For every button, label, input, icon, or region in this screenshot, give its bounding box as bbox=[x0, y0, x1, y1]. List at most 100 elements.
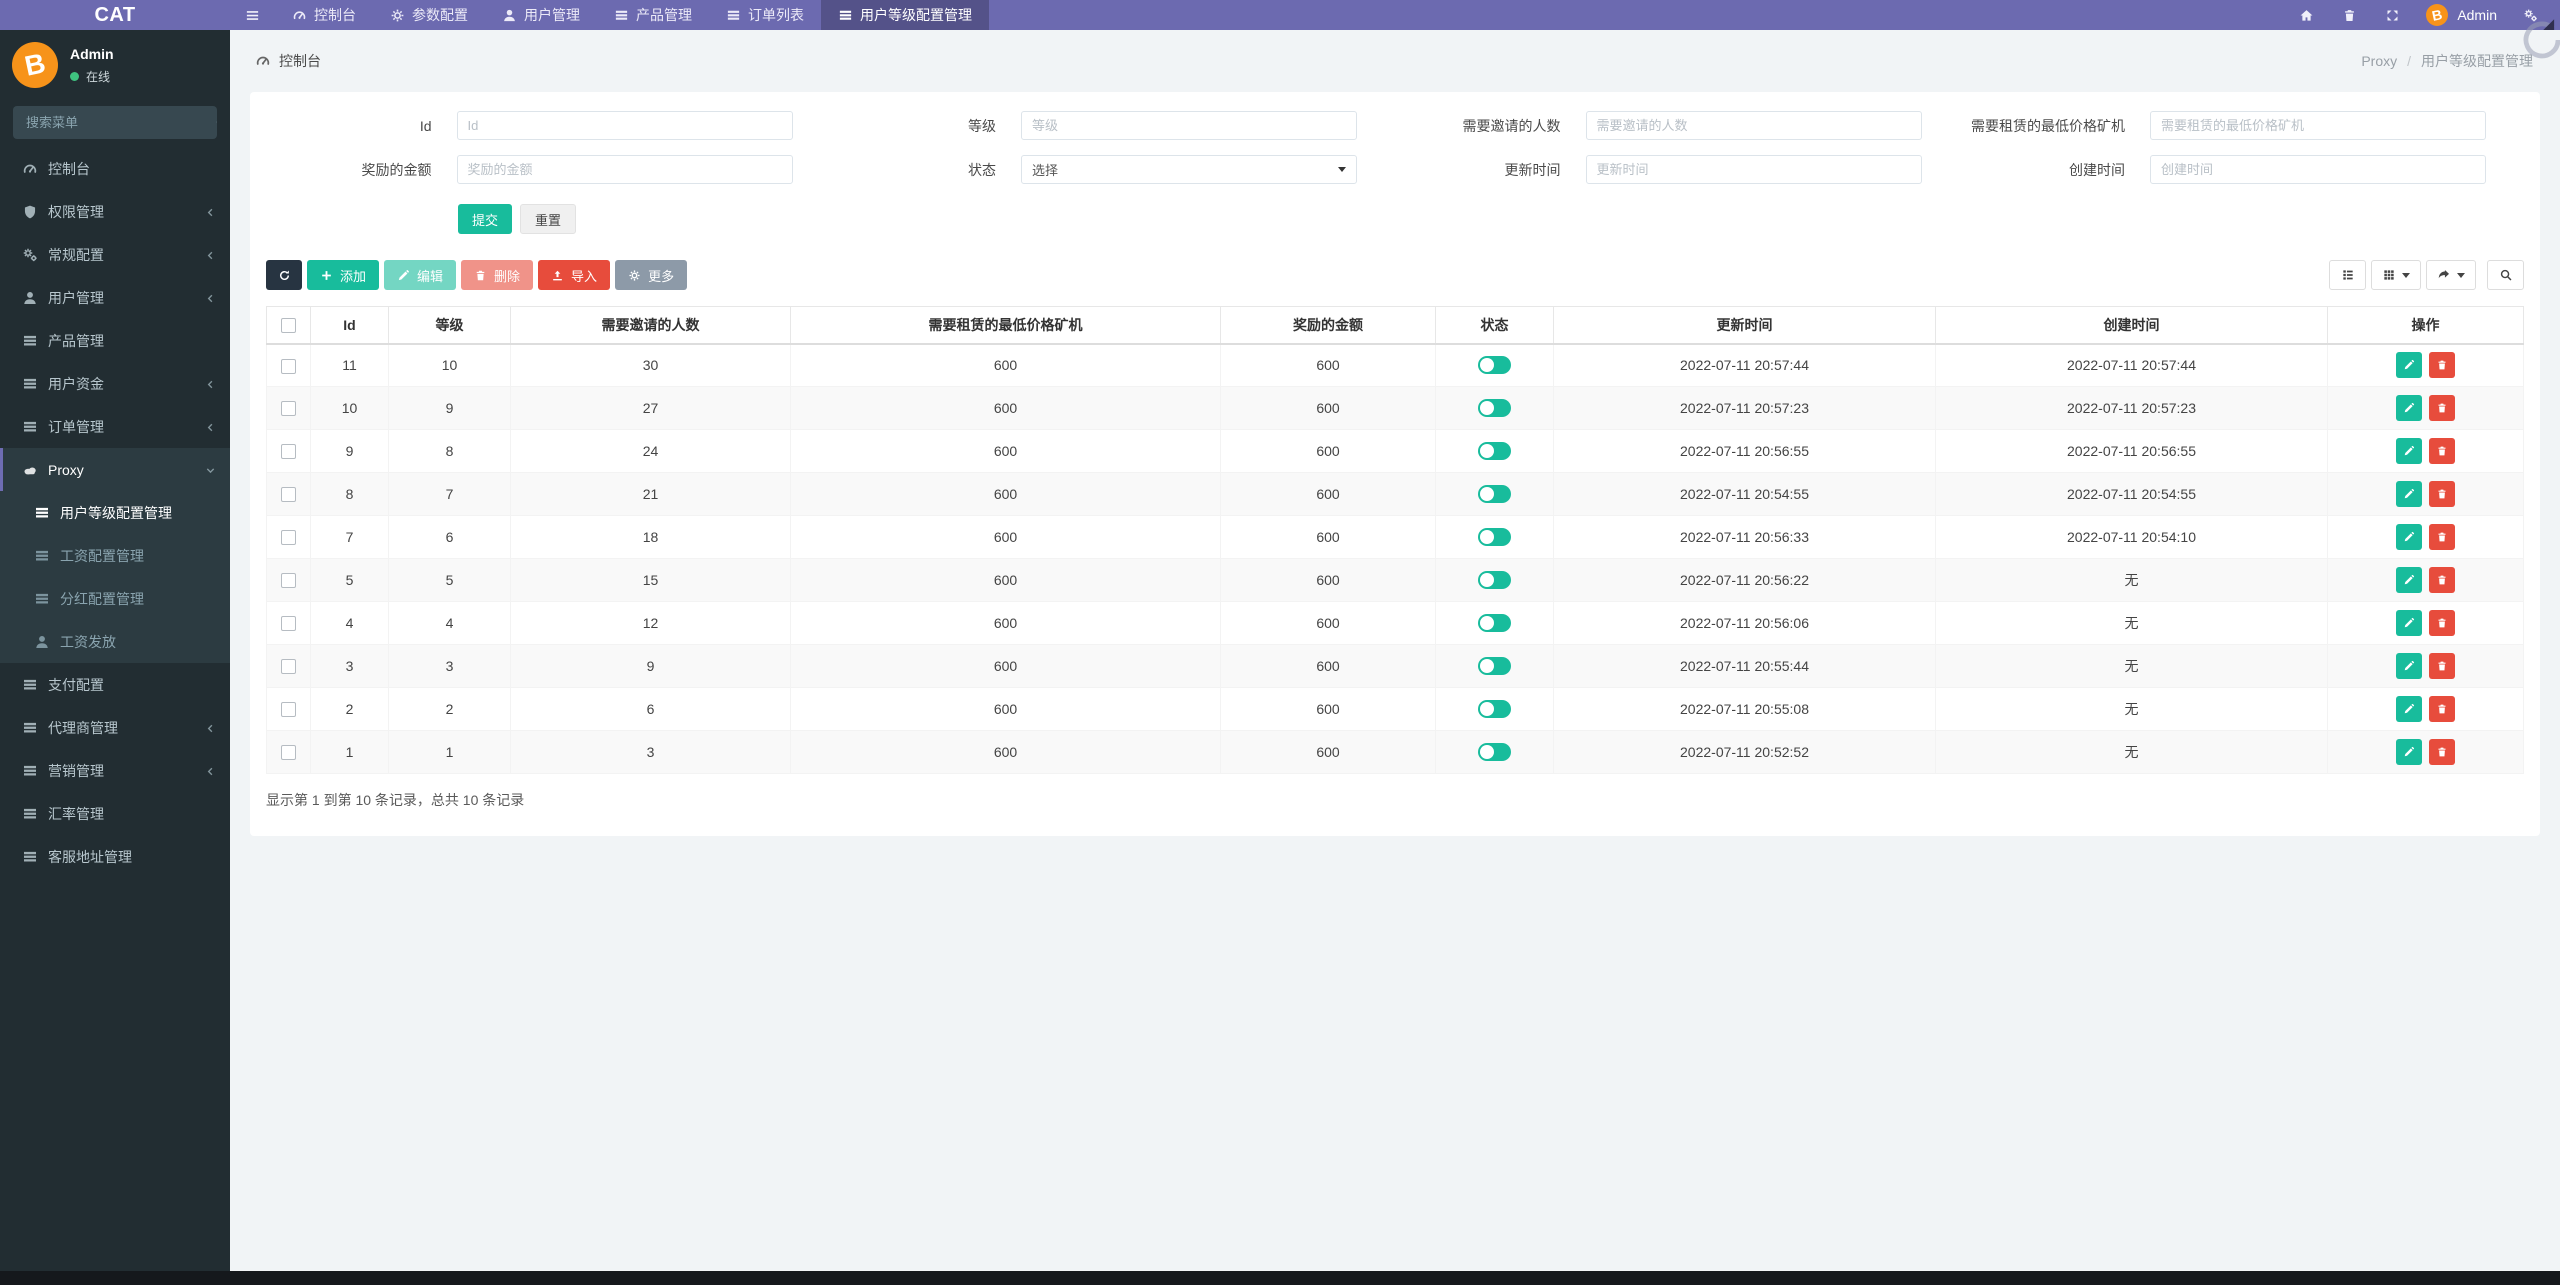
status-toggle[interactable] bbox=[1478, 528, 1511, 547]
submit-button[interactable]: 提交 bbox=[458, 204, 513, 234]
row-checkbox[interactable] bbox=[281, 702, 296, 718]
min-miner-field[interactable] bbox=[2150, 111, 2486, 140]
invites-field[interactable] bbox=[1585, 111, 1922, 140]
row-checkbox[interactable] bbox=[281, 616, 296, 632]
status-toggle[interactable] bbox=[1478, 399, 1511, 418]
row-edit-button[interactable] bbox=[2395, 395, 2422, 421]
row-checkbox[interactable] bbox=[281, 444, 296, 460]
row-edit-button[interactable] bbox=[2395, 481, 2422, 507]
row-edit-button[interactable] bbox=[2395, 696, 2422, 722]
row-delete-button[interactable] bbox=[2429, 352, 2456, 379]
toggle-search-button[interactable] bbox=[2487, 260, 2524, 290]
row-checkbox[interactable] bbox=[281, 745, 296, 761]
row-checkbox[interactable] bbox=[281, 401, 296, 417]
row-delete-button[interactable] bbox=[2429, 610, 2456, 636]
row-edit-button[interactable] bbox=[2395, 352, 2422, 379]
reward-field[interactable] bbox=[456, 155, 793, 184]
row-checkbox[interactable] bbox=[281, 573, 296, 589]
row-delete-button[interactable] bbox=[2429, 739, 2456, 765]
list-icon bbox=[22, 333, 38, 349]
menu-search-button[interactable] bbox=[215, 106, 217, 139]
status-toggle[interactable] bbox=[1478, 485, 1511, 504]
nav-item-products[interactable]: 产品管理 bbox=[597, 0, 709, 30]
status-toggle[interactable] bbox=[1478, 657, 1511, 676]
delete-button[interactable]: 删除 bbox=[461, 260, 534, 290]
status-toggle[interactable] bbox=[1478, 700, 1511, 719]
row-checkbox[interactable] bbox=[281, 659, 296, 675]
row-delete-button[interactable] bbox=[2429, 696, 2456, 722]
created-time-field[interactable] bbox=[2150, 155, 2486, 184]
status-toggle[interactable] bbox=[1478, 614, 1511, 633]
row-delete-button[interactable] bbox=[2429, 395, 2456, 421]
cell-invites: 3 bbox=[510, 730, 791, 774]
refresh-button[interactable] bbox=[266, 260, 302, 290]
row-delete-button[interactable] bbox=[2429, 438, 2456, 464]
nav-item-users[interactable]: 用户管理 bbox=[485, 0, 597, 30]
status-toggle[interactable] bbox=[1478, 356, 1511, 375]
row-edit-button[interactable] bbox=[2395, 567, 2422, 593]
sidebar-item-salary-config[interactable]: 工资配置管理 bbox=[0, 534, 230, 577]
select-all-checkbox[interactable] bbox=[281, 318, 296, 334]
row-delete-button[interactable] bbox=[2429, 481, 2456, 507]
sidebar-item-service-address[interactable]: 客服地址管理 bbox=[0, 835, 230, 878]
sidebar-item-salary-payout[interactable]: 工资发放 bbox=[0, 620, 230, 663]
sidebar-item-user-level-config[interactable]: 用户等级配置管理 bbox=[0, 491, 230, 534]
add-button-label: 添加 bbox=[340, 268, 367, 284]
row-edit-button[interactable] bbox=[2395, 739, 2422, 765]
sidebar-toggle-button[interactable] bbox=[230, 0, 275, 30]
breadcrumb-parent[interactable]: Proxy bbox=[2361, 53, 2397, 69]
row-delete-button[interactable] bbox=[2429, 653, 2456, 679]
sidebar-item-marketing-management[interactable]: 营销管理 bbox=[0, 749, 230, 792]
row-edit-button[interactable] bbox=[2395, 610, 2422, 636]
row-checkbox[interactable] bbox=[281, 530, 296, 546]
sidebar-item-dividend-config[interactable]: 分红配置管理 bbox=[0, 577, 230, 620]
sidebar-item-dashboard[interactable]: 控制台 bbox=[0, 147, 230, 190]
sidebar-item-order-management[interactable]: 订单管理 bbox=[0, 405, 230, 448]
nav-item-orders[interactable]: 订单列表 bbox=[709, 0, 821, 30]
level-field[interactable] bbox=[1021, 111, 1357, 140]
reset-button[interactable]: 重置 bbox=[520, 204, 577, 234]
sidebar-item-exchange-rate[interactable]: 汇率管理 bbox=[0, 792, 230, 835]
row-delete-button[interactable] bbox=[2429, 567, 2456, 593]
cell-actions bbox=[2327, 386, 2524, 430]
field-label: Id bbox=[419, 117, 432, 134]
sidebar-item-payment-config[interactable]: 支付配置 bbox=[0, 663, 230, 706]
row-checkbox[interactable] bbox=[281, 487, 296, 503]
sidebar-item-user-funds[interactable]: 用户资金 bbox=[0, 362, 230, 405]
avatar[interactable]: B bbox=[12, 42, 58, 88]
add-button[interactable]: 添加 bbox=[307, 260, 380, 290]
import-button[interactable]: 导入 bbox=[538, 260, 611, 290]
status-select[interactable]: 选择 bbox=[1021, 155, 1357, 184]
nav-item-dashboard[interactable]: 控制台 bbox=[275, 0, 373, 30]
columns-dropdown-button[interactable] bbox=[2371, 260, 2421, 290]
menu-search-input[interactable] bbox=[13, 106, 215, 139]
updated-time-field[interactable] bbox=[1585, 155, 1922, 184]
sidebar-item-permissions[interactable]: 权限管理 bbox=[0, 190, 230, 233]
nav-item-user-level-config[interactable]: 用户等级配置管理 bbox=[821, 0, 989, 30]
fullscreen-button[interactable] bbox=[2371, 0, 2414, 30]
row-delete-button[interactable] bbox=[2429, 524, 2456, 550]
sidebar-item-general-config[interactable]: 常规配置 bbox=[0, 233, 230, 276]
sidebar-item-agent-management[interactable]: 代理商管理 bbox=[0, 706, 230, 749]
sidebar-item-proxy[interactable]: Proxy bbox=[0, 448, 230, 491]
detail-view-button[interactable] bbox=[2329, 260, 2366, 290]
id-field[interactable] bbox=[456, 111, 793, 140]
row-checkbox[interactable] bbox=[281, 358, 296, 374]
cell-created: 无 bbox=[1935, 601, 2328, 645]
row-edit-button[interactable] bbox=[2395, 438, 2422, 464]
status-toggle[interactable] bbox=[1478, 743, 1511, 762]
row-edit-button[interactable] bbox=[2395, 653, 2422, 679]
nav-item-params[interactable]: 参数配置 bbox=[373, 0, 485, 30]
user-menu[interactable]: B Admin bbox=[2414, 0, 2509, 30]
edit-button[interactable]: 编辑 bbox=[384, 260, 457, 290]
clear-cache-button[interactable] bbox=[2328, 0, 2371, 30]
sidebar-item-product-management[interactable]: 产品管理 bbox=[0, 319, 230, 362]
export-dropdown-button[interactable] bbox=[2426, 260, 2476, 290]
row-edit-button[interactable] bbox=[2395, 524, 2422, 550]
more-button[interactable]: 更多 bbox=[615, 260, 688, 290]
status-toggle[interactable] bbox=[1478, 571, 1511, 590]
cell-invites: 6 bbox=[510, 687, 791, 731]
sidebar-item-user-management[interactable]: 用户管理 bbox=[0, 276, 230, 319]
home-button[interactable] bbox=[2285, 0, 2328, 30]
status-toggle[interactable] bbox=[1478, 442, 1511, 461]
